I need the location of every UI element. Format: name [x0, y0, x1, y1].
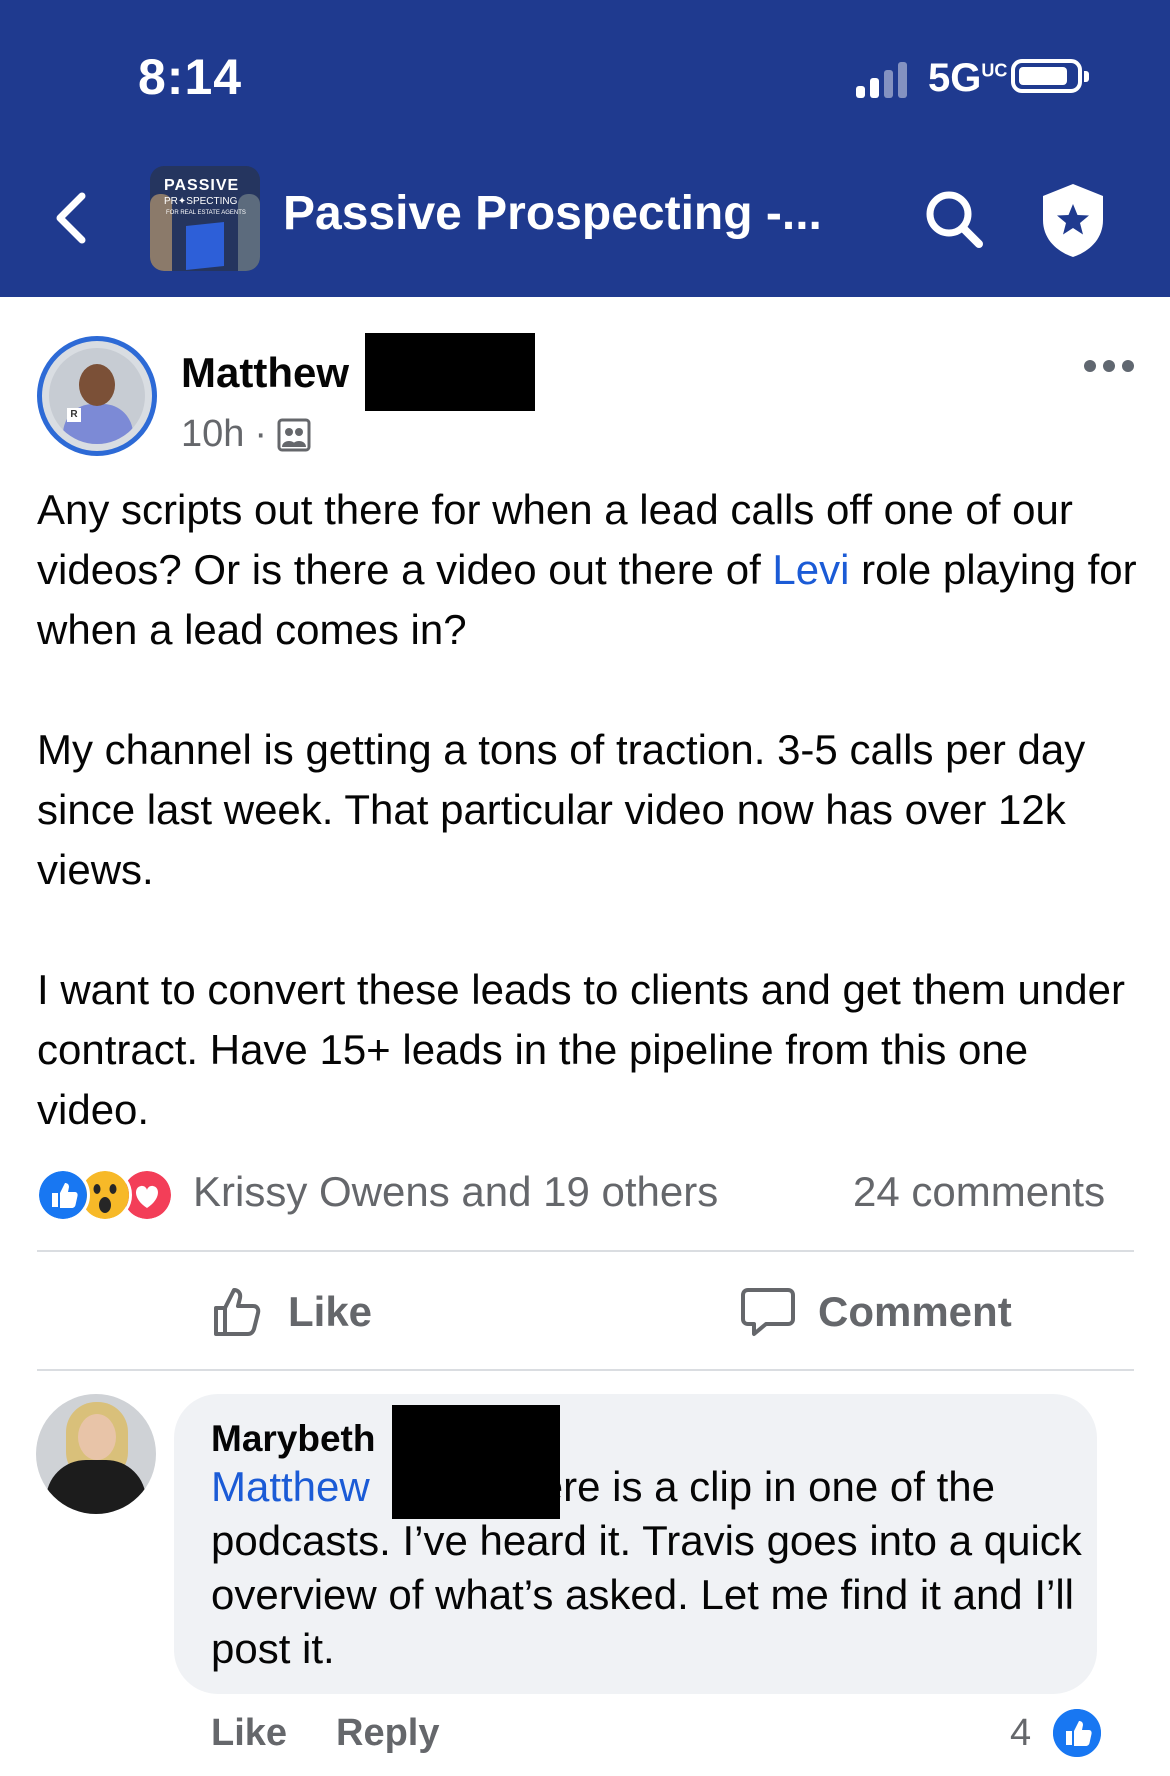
comment-redaction-box — [392, 1405, 560, 1519]
comment-mention-link[interactable]: Matthew — [211, 1463, 370, 1510]
signal-icon — [856, 60, 916, 98]
comment-like-count[interactable]: 4 — [1010, 1712, 1031, 1755]
like-reaction-icon — [36, 1168, 90, 1222]
commenter-avatar[interactable] — [36, 1394, 156, 1514]
reaction-icons[interactable] — [36, 1168, 186, 1222]
comment-reply-button[interactable]: Reply — [336, 1712, 439, 1755]
thumbs-up-icon — [214, 1288, 261, 1336]
group-thumbnail[interactable]: PASSIVE PR✦SPECTING FOR REAL ESTATE AGEN… — [150, 166, 260, 271]
network-indicator: 5GUC — [928, 56, 1008, 100]
post-meta: 10h · — [181, 413, 311, 456]
group-audience-icon — [277, 418, 311, 451]
comment-like-reaction-icon — [1050, 1706, 1104, 1760]
comment-count[interactable]: 24 comments — [853, 1168, 1105, 1216]
like-button[interactable]: Like — [210, 1282, 372, 1342]
divider-bottom — [37, 1369, 1134, 1371]
comment-author-name[interactable]: Marybeth — [211, 1418, 375, 1460]
more-options-icon[interactable] — [1082, 354, 1136, 378]
comment-bubble-icon — [741, 1288, 795, 1336]
thumb-person-right — [238, 194, 260, 271]
reaction-summary[interactable]: Krissy Owens and 19 others — [193, 1168, 718, 1216]
group-title[interactable]: Passive Prospecting -... — [283, 186, 822, 241]
comment-label: Comment — [818, 1288, 1012, 1335]
back-arrow-icon[interactable] — [48, 190, 96, 246]
comment-text: Matthew ere is a clip in one of the podca… — [211, 1460, 1091, 1676]
post-paragraph-2: My channel is getting a tons of traction… — [37, 726, 1086, 893]
divider-top — [37, 1250, 1134, 1252]
post-paragraph-1: Any scripts out there for when a lead ca… — [37, 486, 1137, 653]
thumb-book — [186, 222, 224, 270]
thumb-subtitle: PR✦SPECTING — [164, 196, 238, 207]
post-time[interactable]: 10h — [181, 413, 244, 456]
redaction-box — [365, 333, 535, 411]
meta-separator: · — [254, 413, 268, 455]
comment-text-first-line: ere is a clip in one of — [539, 1463, 925, 1510]
search-icon[interactable] — [923, 188, 985, 250]
admin-shield-icon[interactable] — [1040, 182, 1106, 258]
thumb-title: PASSIVE — [164, 177, 240, 194]
post-body: Any scripts out there for when a lead ca… — [37, 480, 1147, 1200]
comment-button[interactable]: Comment — [740, 1282, 1012, 1342]
mention-link[interactable]: Levi — [772, 546, 849, 593]
post-paragraph-3: I want to convert these leads to clients… — [37, 966, 1125, 1133]
battery-icon — [1011, 59, 1089, 93]
like-label: Like — [288, 1288, 373, 1335]
status-time: 8:14 — [138, 49, 243, 105]
comment-like-button[interactable]: Like — [211, 1712, 287, 1755]
post-author-name[interactable]: Matthew — [181, 349, 349, 397]
thumb-caption: FOR REAL ESTATE AGENTS — [166, 210, 246, 216]
group-header: 8:14 5GUC PASSIVE PR✦SPECTING FOR REAL E… — [0, 0, 1170, 297]
author-avatar[interactable]: R — [37, 336, 157, 456]
